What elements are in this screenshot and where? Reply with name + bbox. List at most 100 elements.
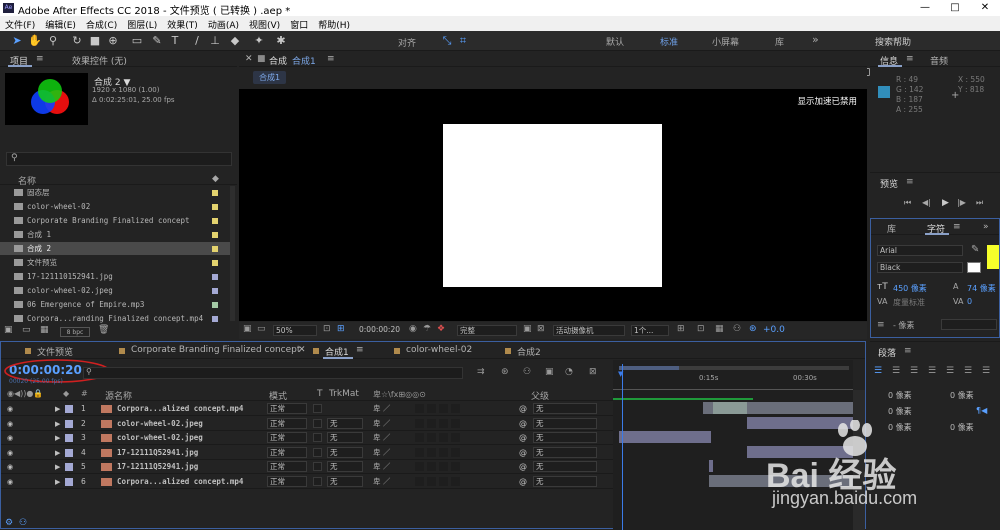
justify-all-icon[interactable]: ☰ <box>982 366 990 376</box>
layer-switch-box[interactable] <box>427 418 436 428</box>
layer-parent-dropdown[interactable]: 无 <box>533 461 597 472</box>
show-snapshot-icon[interactable]: ☂ <box>423 324 431 334</box>
project-search-bar[interactable]: ⚲ <box>6 152 232 166</box>
network-icon[interactable]: ⚇ <box>733 324 741 334</box>
parent-pickwhip-icon[interactable]: @ <box>519 475 527 489</box>
menu-edit[interactable]: 编辑(E) <box>40 16 81 31</box>
tab-menu-icon[interactable]: ≡ <box>327 54 335 64</box>
parent-pickwhip-icon[interactable]: @ <box>519 417 527 431</box>
justify-last-right-icon[interactable]: ☰ <box>964 366 972 376</box>
layer-mode-dropdown[interactable]: 正常 <box>267 446 307 458</box>
eyedropper-icon[interactable]: ✎ <box>971 244 979 255</box>
pen-tool-icon[interactable]: ✎ <box>150 34 164 47</box>
layer-trkmat-dropdown[interactable]: 无 <box>327 475 363 487</box>
tab-comp2[interactable]: 合成2 <box>517 345 541 358</box>
menu-window[interactable]: 窗口 <box>285 16 313 31</box>
trkmat-header[interactable]: TrkMat <box>329 389 359 399</box>
composition-tab-active[interactable]: 合成1 <box>292 54 316 67</box>
kerning-dropdown[interactable]: 度量标准 <box>893 297 925 308</box>
preserve-transparency-box[interactable] <box>313 404 322 413</box>
layer-switch-box[interactable] <box>415 462 424 471</box>
layer-switch-box[interactable] <box>439 418 448 428</box>
layer-trkmat-dropdown[interactable]: 无 <box>327 461 363 472</box>
layer-switch-box[interactable] <box>451 418 460 428</box>
work-area-range[interactable] <box>619 366 679 370</box>
parent-pickwhip-icon[interactable]: @ <box>519 446 527 460</box>
roto-brush-tool-icon[interactable]: ✦ <box>252 34 266 47</box>
layer-source-name[interactable]: 17-12111Q52941.jpg <box>117 446 198 460</box>
maximize-button[interactable]: □ <box>940 0 970 16</box>
display-icon[interactable]: ▭ <box>257 324 266 334</box>
visibility-eye-icon[interactable]: ◉ <box>7 431 13 445</box>
layer-source-name[interactable]: color-wheel-02.jpeg <box>117 417 203 431</box>
label-color-chip[interactable] <box>212 232 218 238</box>
close-tab-icon[interactable]: ✕ <box>245 54 253 64</box>
pan-behind-tool-icon[interactable]: ⊕ <box>106 34 120 47</box>
layer-parent-dropdown[interactable]: 无 <box>533 432 597 443</box>
tracking-value[interactable]: 0 <box>967 297 972 306</box>
first-frame-icon[interactable]: ⏮ <box>904 198 911 208</box>
prev-frame-icon[interactable]: ◀| <box>922 198 931 207</box>
expand-arrow-icon[interactable]: ▶ <box>55 475 60 489</box>
layer-label-chip[interactable] <box>65 463 73 471</box>
grid-snap-icon[interactable]: ⌗ <box>456 34 470 47</box>
layer-switch-box[interactable] <box>439 404 448 413</box>
safe-zones-icon[interactable]: ⊡ <box>323 324 331 334</box>
project-list-item[interactable]: 文件预览 <box>0 256 230 269</box>
toggle-pixel-icon[interactable]: ⊞ <box>677 324 685 334</box>
graph-editor-icon[interactable]: ⊠ <box>589 367 597 377</box>
playhead-handle-icon[interactable]: ▼ <box>618 370 623 378</box>
stroke-style-dropdown[interactable] <box>941 319 997 330</box>
parent-pickwhip-icon[interactable]: @ <box>519 402 527 416</box>
toggle-switches-icon[interactable]: ⚙ <box>5 518 13 528</box>
project-list-item[interactable]: 17-121110152941.jpg <box>0 270 230 283</box>
bpc-button[interactable]: 8 bpc <box>60 327 90 337</box>
menu-layer[interactable]: 图层(L) <box>122 16 162 31</box>
zoom-dropdown[interactable]: 50% <box>273 325 317 336</box>
indent-right-value[interactable]: 0 像素 <box>950 390 974 401</box>
layer-switch-box[interactable] <box>415 433 424 442</box>
label-color-chip[interactable] <box>212 288 218 294</box>
layer-switches[interactable]: 卑 ／ <box>373 475 390 489</box>
expand-arrow-icon[interactable]: ▶ <box>55 431 60 445</box>
preserve-transparency-box[interactable] <box>313 418 322 428</box>
layer-label-chip[interactable] <box>65 477 73 486</box>
last-frame-icon[interactable]: ⏭ <box>976 198 983 208</box>
panel-more-icon[interactable]: » <box>983 222 989 232</box>
justify-last-center-icon[interactable]: ☰ <box>946 366 954 376</box>
fast-preview-icon[interactable]: ▣ <box>523 324 532 334</box>
snap-icon[interactable]: ⤡ <box>440 34 454 47</box>
layer-parent-dropdown[interactable]: 无 <box>533 417 597 429</box>
layer-parent-dropdown[interactable]: 无 <box>533 475 597 487</box>
layer-source-name[interactable]: color-wheel-02.jpeg <box>117 431 203 445</box>
close-tab-icon[interactable]: ✕ <box>298 345 306 355</box>
selection-tool-icon[interactable]: ➤ <box>10 34 24 47</box>
rtl-direction-icon[interactable]: ¶◀ <box>976 406 987 415</box>
layer-switch-box[interactable] <box>451 433 460 442</box>
layer-switch-box[interactable] <box>415 418 424 428</box>
views-dropdown[interactable]: 1个... <box>631 325 669 336</box>
preserve-transparency-box[interactable] <box>313 433 322 442</box>
mask-tool-icon[interactable]: ▭ <box>130 34 144 47</box>
indent-left-value[interactable]: 0 像素 <box>888 390 912 401</box>
layer-label-chip[interactable] <box>65 448 73 457</box>
visibility-eye-icon[interactable]: ◉ <box>7 417 13 431</box>
fill-color-swatch[interactable] <box>987 245 999 269</box>
visibility-eye-icon[interactable]: ◉ <box>7 446 13 460</box>
timeline-layer-row[interactable]: ◉ ▶ 1 Corpora...alized concept.mp4 正常 卑 ／ @ 无 <box>1 402 613 416</box>
timeline-icon[interactable]: ▦ <box>715 324 724 334</box>
expand-arrow-icon[interactable]: ▶ <box>55 446 60 460</box>
layer-switches[interactable]: 卑 ／ <box>373 460 390 474</box>
comp-flowchart-icon[interactable]: ⊡ <box>697 324 705 334</box>
layer-switch-box[interactable] <box>451 404 460 413</box>
justify-last-left-icon[interactable]: ☰ <box>928 366 936 376</box>
label-color-chip[interactable] <box>212 316 218 322</box>
indent-first-value[interactable]: 0 像素 <box>888 406 912 417</box>
new-comp-icon[interactable]: ▦ <box>40 325 49 335</box>
project-list-item[interactable]: color-wheel-02 <box>0 200 230 213</box>
timeline-layer-row[interactable]: ◉ ▶ 2 color-wheel-02.jpeg 正常无卑 ／ @ 无 <box>1 417 613 431</box>
layer-trkmat-dropdown[interactable]: 无 <box>327 432 363 443</box>
layer-parent-dropdown[interactable]: 无 <box>533 446 597 458</box>
reset-exposure-icon[interactable]: ⊛ <box>749 324 757 334</box>
tab-audio[interactable]: 音频 <box>930 54 948 67</box>
